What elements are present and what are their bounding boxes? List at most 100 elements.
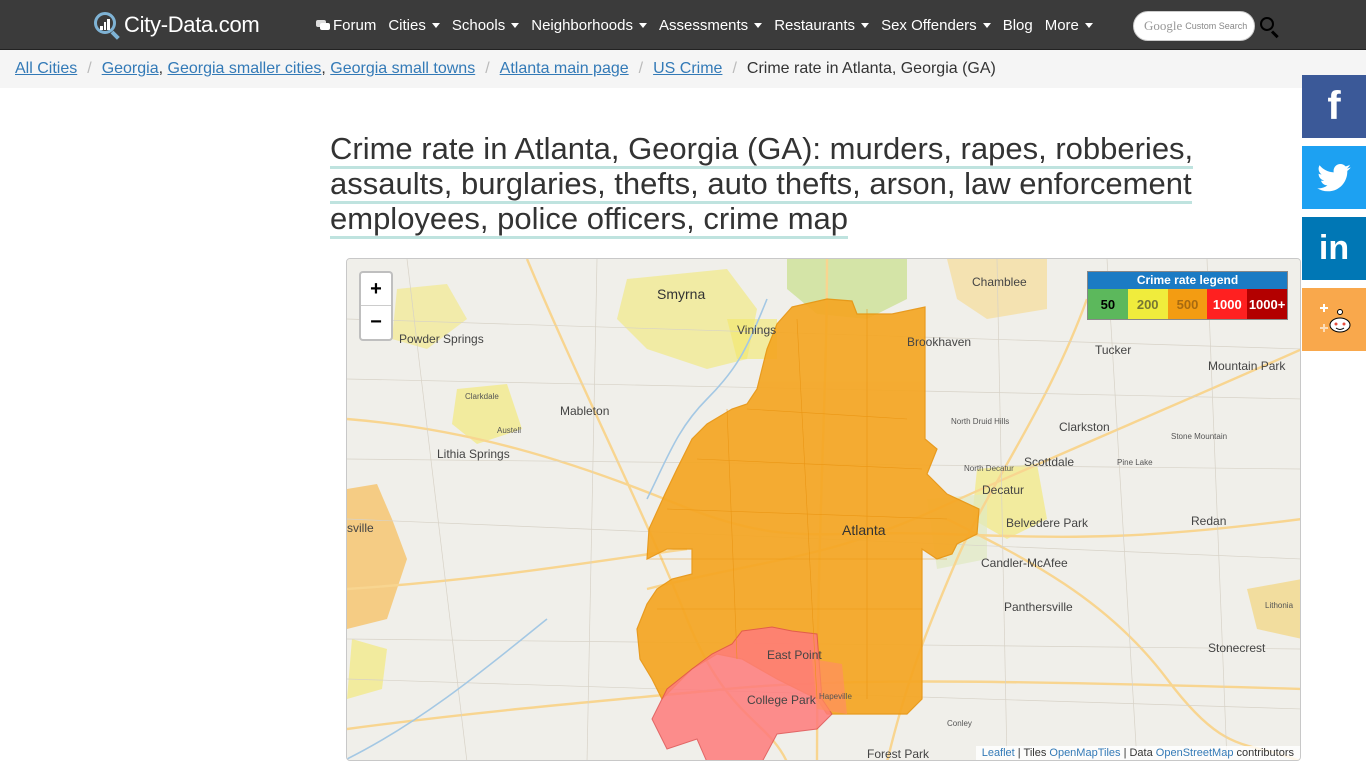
- breadcrumb-all-cities[interactable]: All Cities: [15, 60, 77, 78]
- map-label: Mountain Park: [1208, 359, 1286, 373]
- legend-item: 1000+: [1247, 289, 1287, 319]
- legend-item: 500: [1167, 289, 1208, 319]
- breadcrumb-us-crime[interactable]: US Crime: [653, 60, 722, 78]
- attribution-text: contributors: [1236, 747, 1294, 759]
- top-navbar: City-Data.com Forum Cities Schools Neigh…: [0, 0, 1366, 50]
- map-label: Forest Park: [867, 747, 930, 761]
- reddit-icon: [1320, 303, 1351, 332]
- breadcrumb-comma: ,: [321, 60, 326, 77]
- caret-down-icon: [1084, 22, 1093, 28]
- site-logo[interactable]: City-Data.com: [92, 9, 260, 41]
- caret-down-icon: [982, 22, 991, 28]
- map-label: Clarkdale: [465, 392, 499, 401]
- search-input[interactable]: Google Custom Search: [1133, 11, 1255, 41]
- map-label: Conley: [947, 719, 972, 728]
- map-label: Lithonia: [1265, 601, 1294, 610]
- legend-title: Crime rate legend: [1088, 272, 1287, 289]
- map-label: East Point: [767, 648, 822, 662]
- nav-label: Restaurants: [774, 16, 856, 34]
- map-label: Chamblee: [972, 275, 1027, 289]
- linkedin-share-button[interactable]: in: [1302, 217, 1366, 280]
- map-label: Atlanta: [842, 522, 886, 538]
- attribution-text: | Data: [1123, 747, 1153, 759]
- legend-item: 1000: [1207, 289, 1248, 319]
- nav-label: Schools: [451, 16, 506, 34]
- openstreetmap-link[interactable]: OpenStreetMap: [1156, 747, 1234, 759]
- nav-blog[interactable]: Blog: [997, 17, 1039, 34]
- breadcrumb-separator: /: [732, 60, 737, 77]
- breadcrumb-separator: /: [638, 60, 644, 77]
- nav-label: Sex Offenders: [881, 16, 977, 34]
- caret-down-icon: [431, 22, 440, 28]
- map-label: Belvedere Park: [1006, 516, 1089, 530]
- logo-text: City-Data.com: [124, 12, 260, 37]
- twitter-icon: [1317, 163, 1351, 191]
- zoom-in-button[interactable]: +: [361, 273, 391, 306]
- map-label: Clarkston: [1059, 420, 1110, 434]
- map-label: Hapeville: [819, 692, 852, 701]
- main-nav: Forum Cities Schools Neighborhoods Asses…: [310, 0, 1099, 50]
- facebook-icon: f: [1327, 84, 1341, 128]
- facebook-share-button[interactable]: f: [1302, 75, 1366, 138]
- nav-cities[interactable]: Cities: [382, 17, 446, 34]
- zoom-out-button[interactable]: −: [361, 306, 391, 339]
- map-label: Redan: [1191, 514, 1227, 528]
- page-title: Crime rate in Atlanta, Georgia (GA): mur…: [330, 131, 1230, 239]
- leaflet-link[interactable]: Leaflet: [982, 747, 1015, 759]
- map-label: Tucker: [1095, 343, 1132, 357]
- breadcrumb-separator: /: [87, 60, 92, 77]
- breadcrumb-atlanta-main[interactable]: Atlanta main page: [500, 60, 629, 78]
- map-label: Stone Mountain: [1171, 432, 1228, 441]
- nav-label: More: [1044, 16, 1079, 34]
- crime-rate-legend: Crime rate legend 50 200 500 1000 1000+: [1087, 271, 1288, 320]
- nav-label: Cities: [388, 16, 426, 34]
- breadcrumb-bar: All Cities / Georgia, Georgia smaller ci…: [0, 50, 1366, 88]
- breadcrumb-georgia-smaller-cities[interactable]: Georgia smaller cities: [168, 60, 322, 78]
- reddit-share-button[interactable]: [1302, 288, 1366, 351]
- twitter-share-button[interactable]: [1302, 146, 1366, 209]
- map-attribution: Leaflet | Tiles OpenMapTiles | Data Open…: [975, 746, 1300, 760]
- breadcrumb: All Cities / Georgia, Georgia smaller ci…: [15, 60, 996, 78]
- magnifier-logo-icon: [92, 10, 122, 40]
- page-title-text: Crime rate in Atlanta, Georgia (GA): mur…: [330, 131, 1194, 239]
- zoom-control: + −: [359, 271, 393, 341]
- search-brand: Google: [1144, 18, 1183, 33]
- map-label: sville: [347, 521, 374, 535]
- map-label: North Druid Hills: [951, 417, 1010, 426]
- forum-icon: [316, 19, 330, 31]
- map-label: Lithia Springs: [437, 447, 510, 461]
- breadcrumb-comma: ,: [158, 60, 164, 77]
- nav-label: Assessments: [658, 16, 749, 34]
- linkedin-icon: in: [1318, 229, 1350, 267]
- legend-item: 200: [1127, 289, 1168, 319]
- crime-map[interactable]: Smyrna Chamblee Vinings Brookhaven Tucke…: [346, 258, 1301, 761]
- nav-sex-offenders[interactable]: Sex Offenders: [875, 17, 997, 34]
- nav-forum[interactable]: Forum: [310, 17, 382, 34]
- nav-schools[interactable]: Schools: [446, 17, 525, 34]
- legend-cells: 50 200 500 1000 1000+: [1088, 289, 1287, 319]
- map-tiles: [347, 259, 1300, 760]
- caret-down-icon: [861, 22, 870, 28]
- map-label: Mableton: [560, 404, 610, 418]
- map-label: Scottdale: [1024, 455, 1075, 469]
- map-label: Vinings: [737, 323, 777, 337]
- map-label: North Decatur: [964, 464, 1014, 473]
- openmaptiles-link[interactable]: OpenMapTiles: [1049, 747, 1120, 759]
- map-label: Stonecrest: [1208, 641, 1266, 655]
- caret-down-icon: [511, 22, 520, 28]
- nav-label: Neighborhoods: [531, 16, 633, 34]
- nav-restaurants[interactable]: Restaurants: [768, 17, 875, 34]
- map-label: Panthersville: [1004, 600, 1073, 614]
- nav-assessments[interactable]: Assessments: [653, 17, 768, 34]
- map-label: Decatur: [982, 483, 1025, 497]
- map-label: Pine Lake: [1117, 458, 1153, 467]
- breadcrumb-georgia-small-towns[interactable]: Georgia small towns: [330, 60, 475, 78]
- breadcrumb-separator: /: [485, 60, 490, 77]
- caret-down-icon: [754, 22, 763, 28]
- nav-more[interactable]: More: [1039, 17, 1099, 34]
- search-icon[interactable]: [1259, 16, 1281, 39]
- nav-neighborhoods[interactable]: Neighborhoods: [525, 17, 653, 34]
- legend-item: 50: [1088, 289, 1128, 319]
- nav-label: Forum: [333, 16, 377, 34]
- breadcrumb-georgia[interactable]: Georgia: [102, 60, 159, 78]
